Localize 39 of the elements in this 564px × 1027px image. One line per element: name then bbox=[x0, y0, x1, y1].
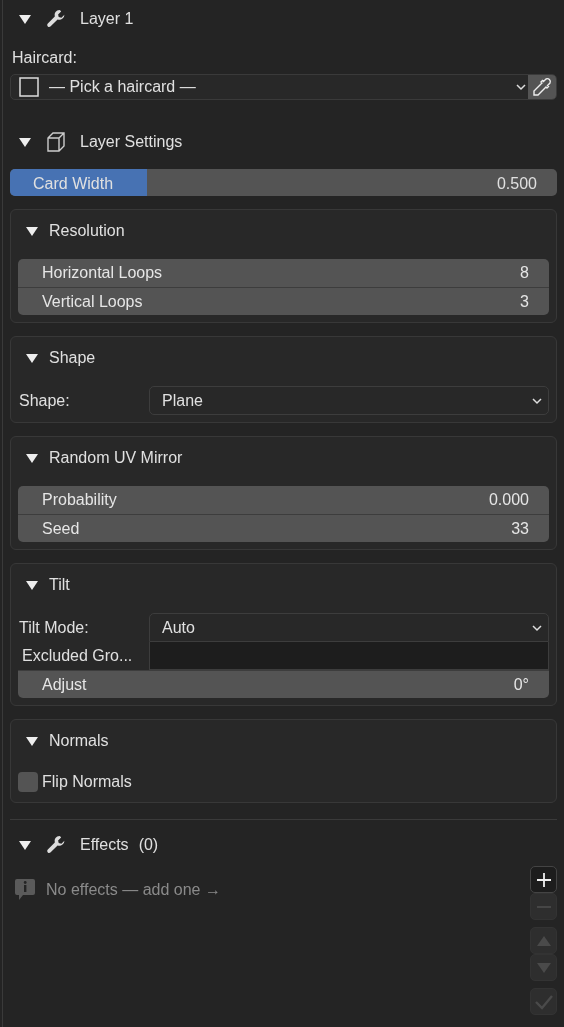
subpanel-title: Random UV Mirror bbox=[49, 448, 183, 468]
collapse-icon[interactable] bbox=[25, 224, 39, 238]
field-label: Tilt Mode: bbox=[18, 617, 90, 638]
panel-title: Layer Settings bbox=[80, 132, 183, 152]
collapse-icon[interactable] bbox=[18, 135, 32, 149]
collapse-icon[interactable] bbox=[25, 351, 39, 365]
square-icon bbox=[19, 77, 39, 97]
collapse-icon[interactable] bbox=[25, 451, 39, 465]
effect-count: (0) bbox=[138, 835, 159, 855]
panel-title: Effects bbox=[80, 835, 129, 855]
subpanel-title: Resolution bbox=[49, 221, 125, 241]
panel-title: Layer 1 bbox=[80, 9, 134, 29]
collapse-icon[interactable] bbox=[18, 12, 32, 26]
collapse-icon[interactable] bbox=[18, 838, 32, 852]
text-field[interactable] bbox=[149, 642, 549, 670]
field-label: Haircard: bbox=[11, 48, 78, 68]
number-field[interactable]: Seed 33 bbox=[18, 514, 549, 542]
number-field[interactable]: Horizontal Loops 8 bbox=[18, 259, 549, 287]
info-icon bbox=[14, 878, 36, 902]
collapse-icon[interactable] bbox=[25, 734, 39, 748]
subpanel-title: Tilt bbox=[49, 575, 70, 595]
subpanel-title: Normals bbox=[49, 731, 109, 751]
checkbox-label: Flip Normals bbox=[42, 772, 132, 792]
eyedropper-button[interactable] bbox=[528, 75, 556, 99]
number-field[interactable]: Vertical Loops 3 bbox=[18, 287, 549, 315]
checkbox[interactable] bbox=[18, 772, 38, 792]
cube-icon bbox=[44, 130, 68, 154]
dropdown-field[interactable]: Auto bbox=[149, 613, 549, 642]
number-field[interactable]: Adjust 0° bbox=[18, 670, 549, 698]
empty-message: No effects — add one → bbox=[46, 880, 221, 900]
field-label: Shape: bbox=[18, 390, 71, 411]
dropdown-field[interactable]: Plane bbox=[149, 386, 549, 415]
subpanel-title: Shape bbox=[49, 348, 96, 368]
field-label: Excluded Gro... bbox=[21, 646, 134, 666]
add-button[interactable] bbox=[530, 866, 557, 893]
eyedropper-icon bbox=[532, 77, 552, 97]
collapse-icon[interactable] bbox=[25, 578, 39, 592]
card-width-slider[interactable]: Card Width 0.500 bbox=[10, 169, 557, 196]
number-field[interactable]: Probability 0.000 bbox=[18, 486, 549, 514]
